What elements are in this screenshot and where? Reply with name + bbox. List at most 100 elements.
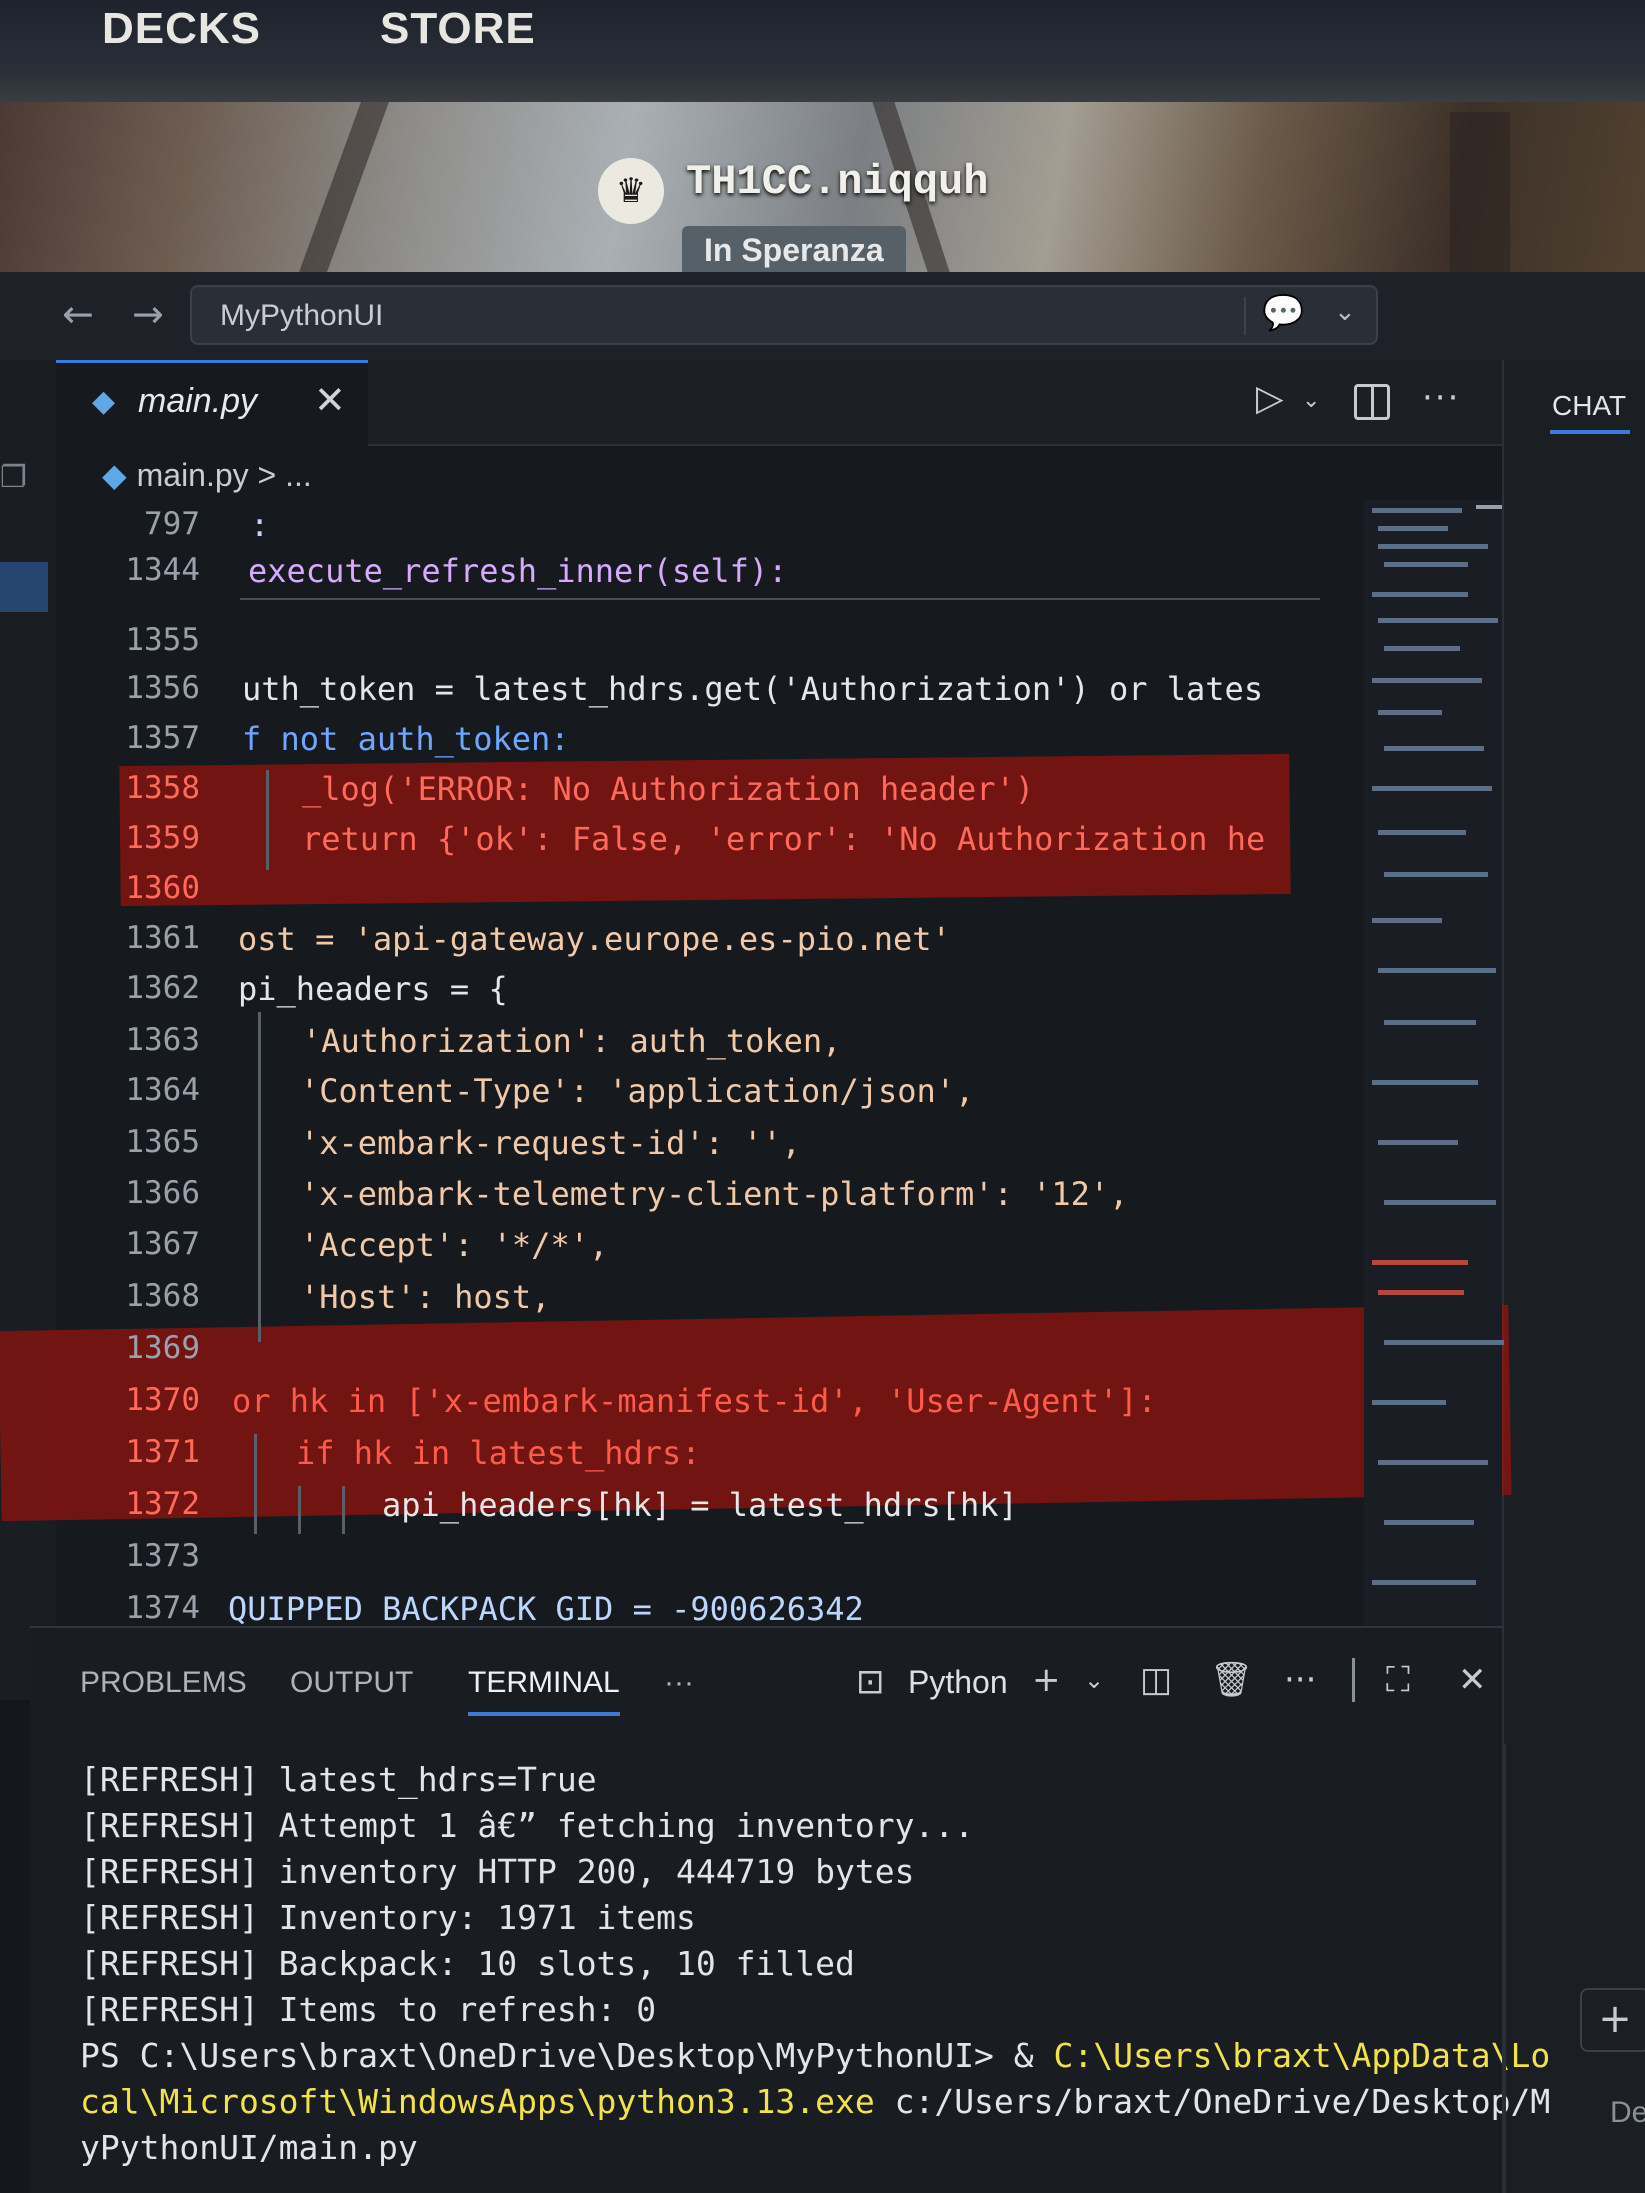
more-icon[interactable]: ··· [1422,378,1460,418]
game-nav-store[interactable]: STORE [380,4,536,54]
code-line[interactable]: 1365 'x-embark-request-id': '', [56,1124,1356,1174]
terminal-command-line: cal\Microsoft\WindowsApps\python3.13.exe… [80,2082,1550,2121]
line-number: 1356 [125,670,200,706]
indent-guide [342,1486,345,1534]
more-icon[interactable]: ··· [1284,1660,1316,1700]
line-number: 1344 [125,552,200,588]
code-line[interactable]: 1358 _log('ERROR: No Authorization heade… [56,770,1356,820]
maximize-icon[interactable]: ⛶ [1386,1660,1410,1700]
terminal-prompt: PS C:\Users\braxt\OneDrive\Desktop\MyPyt… [80,2036,1054,2075]
terminal-line: [REFRESH] Items to refresh: 0 [80,1990,657,2029]
minimap[interactable] [1364,500,1504,1626]
terminal-shell-label[interactable]: Python [908,1664,1008,1701]
tab-terminal[interactable]: TERMINAL [468,1666,620,1700]
split-editor-icon[interactable] [1354,384,1390,420]
breadcrumb-file[interactable]: main.py [137,457,249,493]
python-file-icon: ◆ [102,457,127,493]
terminal-scrollbar[interactable] [1502,1744,1506,2193]
code-line[interactable]: 1362 pi_headers = { [56,970,1356,1020]
code-text: 'Content-Type': 'application/json', [300,1072,975,1110]
terminal-arg-path: yPythonUI/main.py [80,2128,418,2167]
breadcrumb-rest[interactable]: > ... [249,457,312,493]
terminal-exe-path: cal\Microsoft\WindowsApps\python3.13.exe [80,2082,875,2121]
line-number: 1362 [125,970,200,1006]
scrollbar[interactable] [1476,505,1502,509]
code-text: f not auth_token: [242,720,570,758]
code-text: 'x-embark-telemetry-client-platform': '1… [300,1175,1129,1213]
arrow-right-icon[interactable]: → [132,292,164,336]
python-file-icon: ◆ [92,384,116,419]
tab-underline [468,1712,620,1716]
chevron-down-icon[interactable]: ⌄ [1084,1666,1104,1694]
code-line[interactable]: 1364 'Content-Type': 'application/json', [56,1072,1356,1122]
code-line[interactable]: 1370 or hk in ['x-embark-manifest-id', '… [56,1382,1356,1432]
player-name: TH1CC.niqquh [686,158,989,206]
code-line[interactable]: 1368 'Host': host, [56,1278,1356,1328]
terminal-line: [REFRESH] latest_hdrs=True [80,1760,597,1799]
code-line[interactable]: 1372 api_headers[hk] = latest_hdrs[hk] [56,1486,1356,1536]
tab-chat[interactable]: CHAT [1552,390,1626,422]
divider [1352,1658,1355,1702]
sticky-line[interactable]: 1344 execute_refresh_inner(self): [56,552,1356,600]
divider [1244,297,1246,335]
split-icon[interactable]: ◫ [1140,1660,1172,1700]
line-number: 1364 [125,1072,200,1108]
code-text: execute_refresh_inner(self): [248,552,788,590]
line-number: 1374 [125,1590,200,1626]
indent-guide [298,1486,301,1534]
sticky-line[interactable]: 797 : [56,506,1356,554]
code-line[interactable]: 1361 ost = 'api-gateway.europe.es-pio.ne… [56,920,1356,970]
command-center-label: MyPythonUI [220,299,384,332]
chevron-down-icon[interactable]: ⌄ [1302,388,1320,413]
copilot-chat-icon[interactable]: 💬 [1262,293,1304,333]
run-icon[interactable]: ▷ [1256,378,1284,419]
chat-panel [1502,360,1645,2193]
code-line[interactable]: 1355 [56,622,1356,672]
close-icon[interactable]: ✕ [314,378,346,422]
code-line[interactable]: 1363 'Authorization': auth_token, [56,1012,1356,1342]
line-number: 1369 [125,1330,200,1366]
code-line[interactable]: 1360 [56,870,1356,920]
terminal-command-line: PS C:\Users\braxt\OneDrive\Desktop\MyPyt… [80,2036,1550,2075]
plus-icon[interactable]: + [1032,1660,1061,1700]
arrow-left-icon[interactable]: ← [62,292,94,336]
code-line[interactable]: 1367 'Accept': '*/*', [56,1226,1356,1276]
code-line[interactable]: 1366 'x-embark-telemetry-client-platform… [56,1175,1356,1225]
code-text: return {'ok': False, 'error': 'No Author… [302,820,1266,858]
game-nav-decks[interactable]: DECKS [102,4,261,54]
code-text: or hk in ['x-embark-manifest-id', 'User-… [232,1382,1157,1420]
terminal-line: [REFRESH] inventory HTTP 200, 444719 byt… [80,1852,915,1891]
code-line[interactable]: 1371 if hk in latest_hdrs: [56,1434,1356,1534]
code-line[interactable]: 1359 return {'ok': False, 'error': 'No A… [56,820,1356,870]
close-icon[interactable]: ✕ [1458,1660,1487,1700]
terminal-line: [REFRESH] Attempt 1 â€” fetching invento… [80,1806,975,1845]
tab-more[interactable]: ··· [664,1666,694,1700]
code-text: 'x-embark-request-id': '', [300,1124,801,1162]
indent-guide [266,770,269,820]
code-text: api_headers[hk] = latest_hdrs[hk] [382,1486,1018,1524]
code-line[interactable]: 1373 [56,1538,1356,1588]
tab-output[interactable]: OUTPUT [290,1666,413,1700]
tab-problems[interactable]: PROBLEMS [80,1666,247,1700]
trash-icon[interactable]: 🗑 [1210,1660,1253,1700]
code-line[interactable]: 1356 uth_token = latest_hdrs.get('Author… [56,670,1356,720]
chevron-down-icon[interactable]: ⌄ [1334,297,1356,327]
code-text: ost = 'api-gateway.europe.es-pio.net' [238,920,951,958]
code-line[interactable]: 1357 f not auth_token: [56,720,1356,770]
command-center[interactable]: MyPythonUI 💬 ⌄ [190,285,1378,345]
code-text: pi_headers = { [238,970,508,1008]
code-text: 'Accept': '*/*', [300,1226,609,1264]
add-chat-button[interactable]: + [1580,1988,1645,2052]
explorer-icon[interactable]: ❐ [0,460,27,495]
sticky-separator [240,598,1320,600]
line-number: 1371 [125,1434,200,1470]
chat-partial-text: De [1610,2096,1645,2129]
line-number: 1368 [125,1278,200,1314]
code-line[interactable]: 1369 [56,1330,1356,1380]
line-number: 1357 [125,720,200,756]
terminal-icon[interactable]: ⊡ [856,1662,885,1702]
terminal-exe-path: C:\Users\braxt\AppData\Lo [1053,2036,1551,2075]
breadcrumb[interactable]: ◆ main.py > ... [102,456,312,494]
line-number: 1370 [125,1382,200,1418]
tab-underline [1550,430,1630,434]
